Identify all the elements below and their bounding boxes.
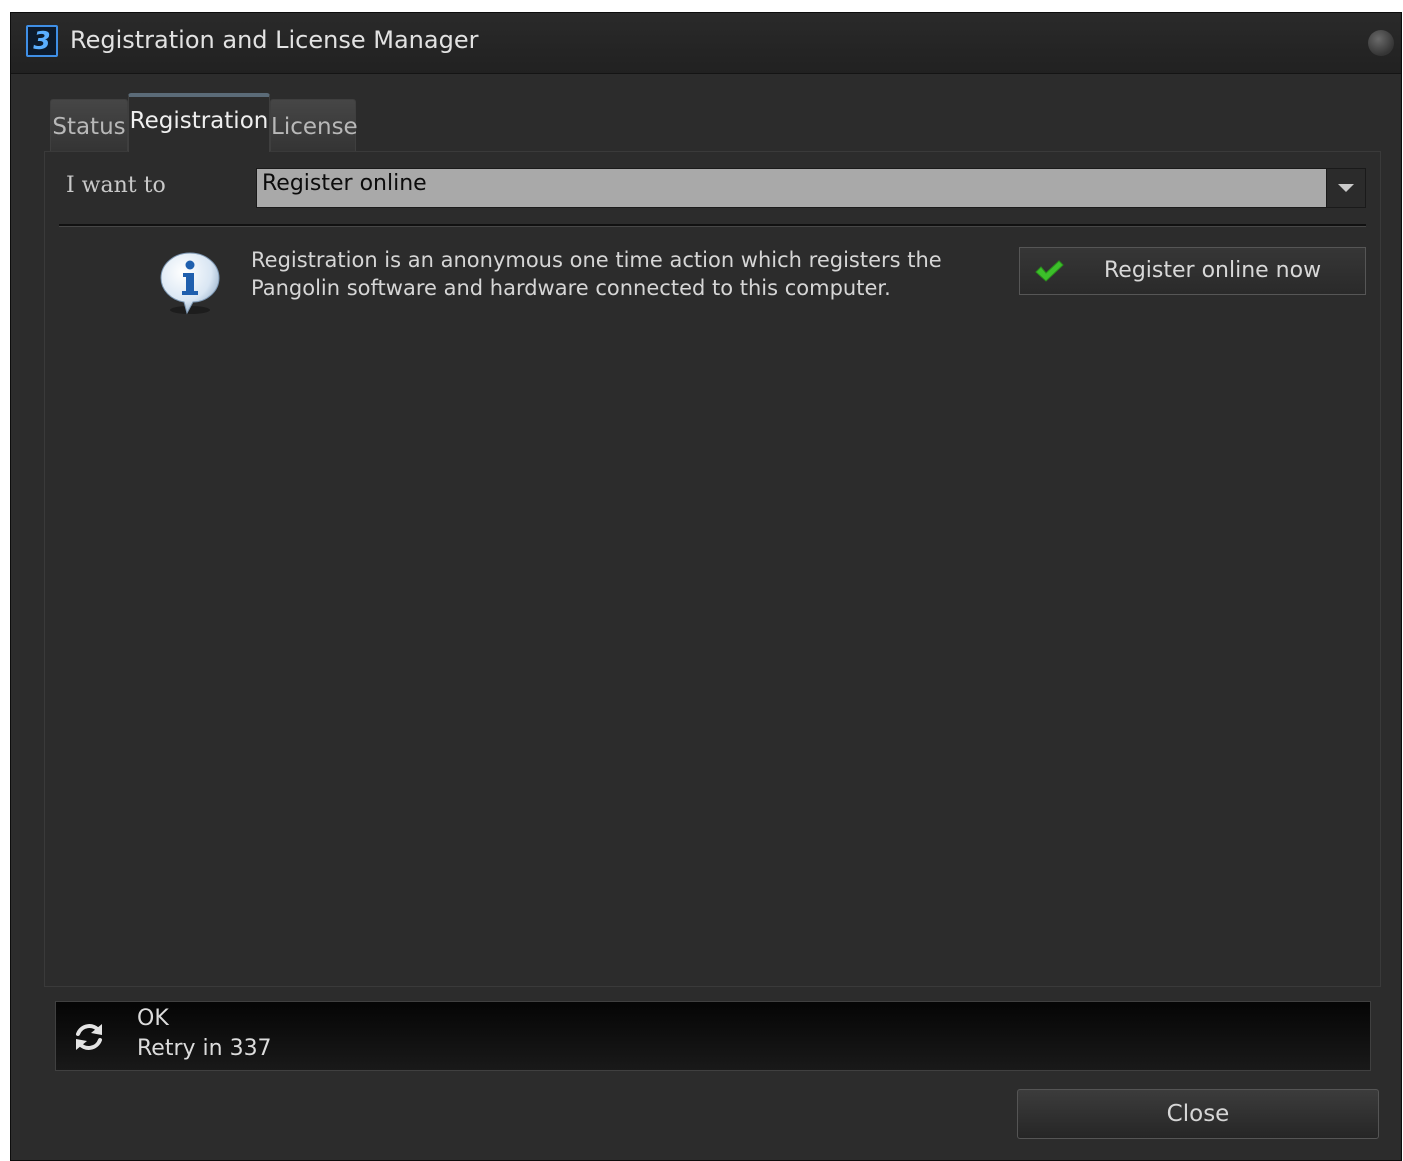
info-icon [160, 252, 220, 315]
dropdown-arrow-icon[interactable] [1326, 169, 1365, 207]
registration-tab-panel: I want to Register online Registration i… [44, 151, 1381, 987]
app-logo-icon: 3 [26, 25, 58, 57]
status-state: OK [137, 1006, 169, 1031]
status-retry-countdown: Retry in 337 [137, 1036, 272, 1061]
registration-info-text: Registration is an anonymous one time ac… [251, 248, 942, 300]
action-select[interactable]: Register online [256, 168, 1366, 208]
title-bar: 3 Registration and License Manager [11, 13, 1401, 74]
window-title: Registration and License Manager [70, 26, 479, 54]
section-divider [59, 224, 1366, 227]
refresh-icon[interactable] [72, 1020, 106, 1054]
tab-license[interactable]: License [270, 99, 358, 151]
checkmark-icon [1035, 260, 1064, 282]
register-online-now-button[interactable]: Register online now [1019, 247, 1366, 295]
close-button[interactable]: Close [1017, 1089, 1379, 1139]
status-bar: OK Retry in 337 [55, 1001, 1371, 1071]
window-ball-icon[interactable] [1368, 30, 1394, 56]
registration-license-manager-window: 3 Registration and License Manager Statu… [10, 12, 1402, 1161]
tab-status[interactable]: Status [50, 99, 128, 151]
i-want-to-label: I want to [66, 173, 166, 198]
tab-registration[interactable]: Registration [128, 93, 270, 152]
register-online-now-label: Register online now [1104, 258, 1322, 283]
action-select-value: Register online [262, 171, 427, 196]
